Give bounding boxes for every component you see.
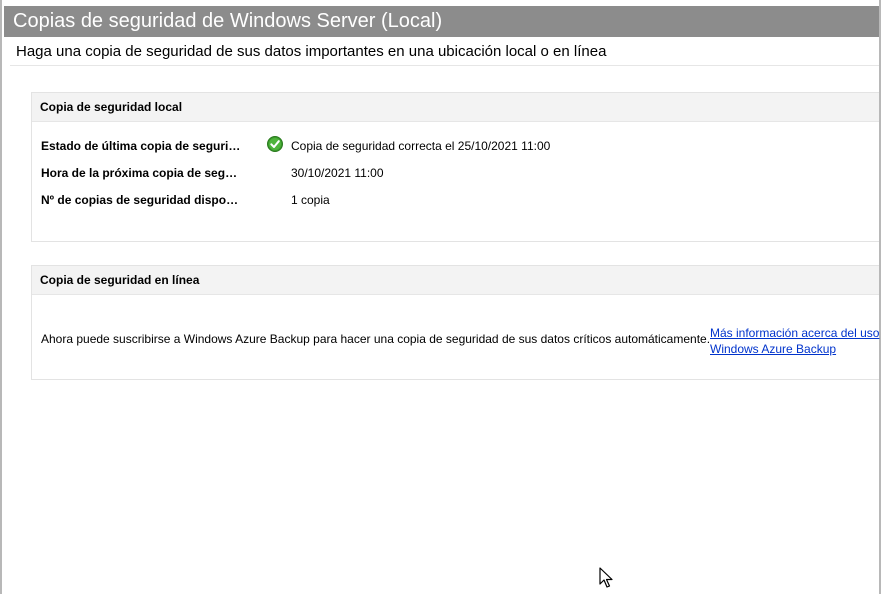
- green-check-icon: [267, 136, 283, 152]
- online-backup-description: Ahora puede suscribirse a Windows Azure …: [41, 332, 711, 346]
- backup-window: Copias de seguridad de Windows Server (L…: [0, 0, 881, 594]
- last-backup-status-value: Copia de seguridad correcta el 25/10/202…: [291, 139, 551, 153]
- divider: [10, 65, 879, 66]
- available-copies-label: Nº de copias de seguridad disponib...: [41, 193, 244, 207]
- next-backup-value: 30/10/2021 11:00: [291, 166, 384, 180]
- azure-backup-link-line1[interactable]: Más información acerca del uso: [710, 325, 879, 341]
- last-backup-status-label: Estado de última copia de seguridad:: [41, 139, 244, 153]
- local-backup-panel: Copia de seguridad local Estado de últim…: [31, 92, 879, 242]
- online-backup-header: Copia de seguridad en línea: [32, 266, 879, 295]
- window-title: Copias de seguridad de Windows Server (L…: [4, 6, 879, 37]
- next-backup-label: Hora de la próxima copia de seguri...: [41, 166, 244, 180]
- available-copies-value: 1 copia: [291, 193, 330, 207]
- online-backup-panel: Copia de seguridad en línea Ahora puede …: [31, 265, 879, 380]
- page-subtitle: Haga una copia de seguridad de sus datos…: [16, 43, 607, 60]
- azure-backup-link-line2[interactable]: Windows Azure Backup: [710, 341, 879, 357]
- local-backup-header: Copia de seguridad local: [32, 93, 879, 122]
- azure-backup-info-link[interactable]: Más información acerca del uso Windows A…: [710, 325, 879, 357]
- mouse-cursor-icon: [599, 567, 613, 588]
